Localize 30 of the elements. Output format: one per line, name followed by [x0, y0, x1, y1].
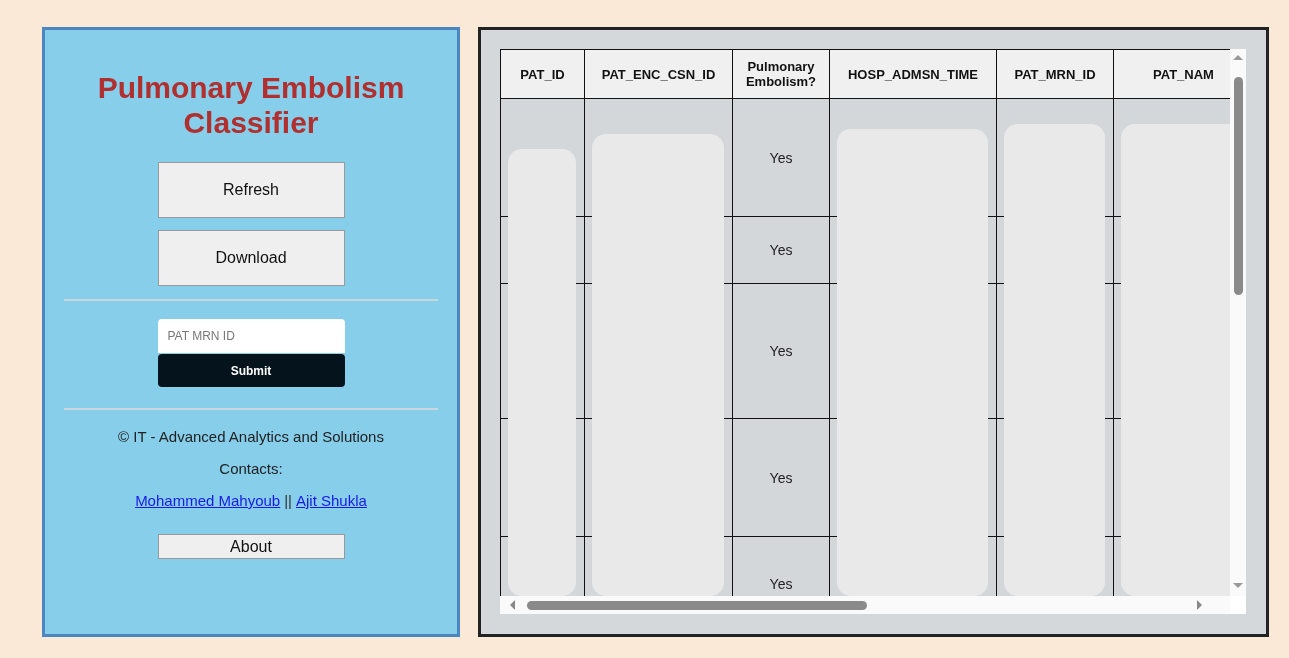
column-header[interactable]: PAT_MRN_ID	[997, 49, 1114, 99]
table-cell: Yes	[733, 217, 830, 284]
about-button[interactable]: About	[157, 534, 345, 559]
separator-text: ||	[284, 492, 292, 510]
column-header[interactable]: PAT_NAM	[1114, 49, 1230, 99]
scroll-right-icon[interactable]	[1197, 600, 1202, 610]
scroll-thumb[interactable]	[1234, 77, 1243, 295]
contacts-label: Contacts:	[219, 460, 283, 478]
action-button[interactable]: Refresh	[157, 162, 345, 218]
column-header[interactable]: PAT_ID	[501, 49, 585, 99]
table-cell: Yes	[733, 99, 830, 217]
copyright-text: © IT - Advanced Analytics and Solutions	[118, 428, 384, 446]
mrn-input-field[interactable]: PAT MRN ID	[157, 319, 345, 353]
scroll-thumb[interactable]	[527, 601, 867, 610]
scroll-down-icon[interactable]	[1233, 583, 1243, 588]
horizontal-scrollbar[interactable]	[500, 596, 1230, 614]
vertical-scrollbar[interactable]	[1230, 49, 1246, 596]
contact-link[interactable]: Mohammed Mahyoub	[135, 492, 281, 510]
column-header[interactable]: HOSP_ADMSN_TIME	[830, 49, 997, 99]
column-header[interactable]: PAT_ENC_CSN_ID	[585, 49, 733, 99]
table-cell: Yes	[733, 537, 830, 596]
app-title: Pulmonary Embolism Classifier	[96, 70, 406, 140]
submit-button[interactable]: Submit	[157, 354, 345, 387]
scroll-up-icon[interactable]	[1233, 55, 1243, 60]
scroll-left-icon[interactable]	[510, 600, 515, 610]
action-button[interactable]: Download	[157, 230, 345, 286]
table-cell: Yes	[733, 284, 830, 419]
column-header[interactable]: Pulmonary Embolism?	[733, 49, 830, 99]
table-cell: Yes	[733, 419, 830, 537]
contact-link[interactable]: Ajit Shukla	[296, 492, 367, 510]
